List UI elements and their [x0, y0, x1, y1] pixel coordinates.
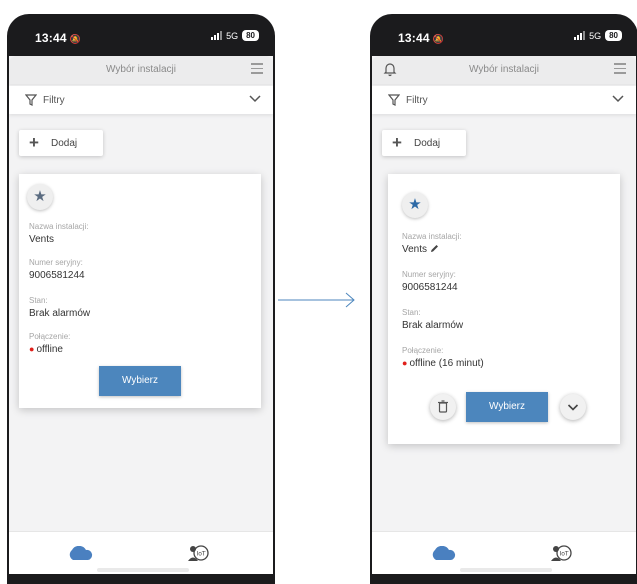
mute-icon: 🔕	[69, 34, 82, 44]
name-value-row: Vents	[402, 244, 439, 255]
plus-icon: +	[392, 133, 402, 152]
status-bar: 13:44 🔕 5G 80	[370, 14, 637, 56]
svg-text:IoT: IoT	[196, 551, 205, 558]
name-label: Nazwa instalacji:	[402, 232, 462, 241]
battery-icon: 80	[605, 30, 622, 41]
filter-icon	[25, 94, 37, 106]
app-screen: Wybór instalacji Filtry + Dodaj ★ Nazwa …	[9, 56, 273, 574]
cloud-icon[interactable]	[67, 546, 93, 560]
svg-text:IoT: IoT	[559, 551, 568, 558]
home-indicator	[460, 568, 552, 572]
connection-status: ● offline	[29, 344, 63, 355]
iot-device-icon[interactable]: IoT	[187, 543, 211, 563]
iot-device-icon[interactable]: IoT	[550, 543, 574, 563]
status-icons: 5G 80	[211, 30, 259, 41]
app-screen: Wybór instalacji Filtry + Dodaj ★ Nazwa …	[372, 56, 636, 574]
phone-before: 13:44 🔕 5G 80 Wybór instalacji Filtry + D…	[7, 14, 275, 584]
serial-value: 9006581244	[402, 282, 458, 293]
installation-card: ★ Nazwa instalacji: Vents Numer seryjny:…	[388, 174, 620, 444]
home-indicator	[97, 568, 189, 572]
plus-icon: +	[29, 133, 39, 152]
status-icons: 5G 80	[574, 30, 622, 41]
pencil-icon[interactable]	[430, 244, 439, 253]
state-value: Brak alarmów	[29, 308, 91, 319]
serial-label: Numer seryjny:	[29, 258, 83, 267]
phone-after: 13:44 🔕 5G 80 Wybór instalacji Filtry + D…	[370, 14, 637, 584]
app-bar: Wybór instalacji	[9, 56, 273, 84]
name-value: Vents	[29, 234, 55, 245]
state-label: Stan:	[402, 308, 421, 317]
signal-icon	[211, 31, 223, 40]
star-icon[interactable]: ★	[402, 192, 428, 218]
bottom-nav: IoT	[372, 531, 636, 574]
state-value: Brak alarmów	[402, 320, 464, 331]
connection-label: Połączenie:	[29, 332, 71, 341]
network-label: 5G	[226, 30, 239, 41]
connection-value: offline (16 minut)	[409, 358, 484, 369]
status-time: 13:44 🔕	[398, 31, 445, 45]
page-title: Wybór instalacji	[106, 64, 176, 75]
offline-dot-icon: ●	[29, 344, 35, 354]
filters-bar[interactable]: Filtry	[372, 86, 636, 114]
name-value: Vents	[402, 244, 428, 255]
select-button[interactable]: Wybierz	[466, 392, 548, 422]
offline-dot-icon: ●	[402, 358, 408, 368]
chevron-down-icon[interactable]	[249, 95, 261, 103]
transition-arrow	[278, 292, 355, 308]
menu-icon[interactable]	[251, 63, 263, 77]
bottom-nav: IoT	[9, 531, 273, 574]
status-bar: 13:44 🔕 5G 80	[7, 14, 275, 56]
name-label: Nazwa instalacji:	[29, 222, 89, 231]
star-icon[interactable]: ★	[27, 184, 53, 210]
installation-card: ★ Nazwa instalacji: Vents Numer seryjny:…	[19, 174, 261, 408]
chevron-down-icon[interactable]	[612, 95, 624, 103]
battery-icon: 80	[242, 30, 259, 41]
trash-icon	[438, 400, 448, 413]
add-label: Dodaj	[51, 138, 78, 149]
filters-label: Filtry	[43, 95, 65, 106]
connection-status: ● offline (16 minut)	[402, 358, 484, 369]
add-label: Dodaj	[414, 138, 441, 149]
connection-label: Połączenie:	[402, 346, 444, 355]
state-label: Stan:	[29, 296, 48, 305]
mute-icon: 🔕	[432, 34, 445, 44]
filters-bar[interactable]: Filtry	[9, 86, 273, 114]
menu-icon[interactable]	[614, 63, 626, 77]
signal-icon	[574, 31, 586, 40]
serial-value: 9006581244	[29, 270, 85, 281]
serial-label: Numer seryjny:	[402, 270, 456, 279]
status-time: 13:44 🔕	[35, 31, 82, 45]
network-label: 5G	[589, 30, 602, 41]
add-installation-button[interactable]: + Dodaj	[382, 130, 466, 156]
connection-value: offline	[36, 344, 63, 355]
app-bar: Wybór instalacji	[372, 56, 636, 84]
delete-button[interactable]	[430, 394, 456, 420]
page-title: Wybór instalacji	[469, 64, 539, 75]
filters-label: Filtry	[406, 95, 428, 106]
filter-icon	[388, 94, 400, 106]
cloud-icon[interactable]	[430, 546, 456, 560]
select-button[interactable]: Wybierz	[99, 366, 181, 396]
add-installation-button[interactable]: + Dodaj	[19, 130, 103, 156]
expand-button[interactable]	[560, 394, 586, 420]
chevron-down-icon	[567, 404, 579, 411]
